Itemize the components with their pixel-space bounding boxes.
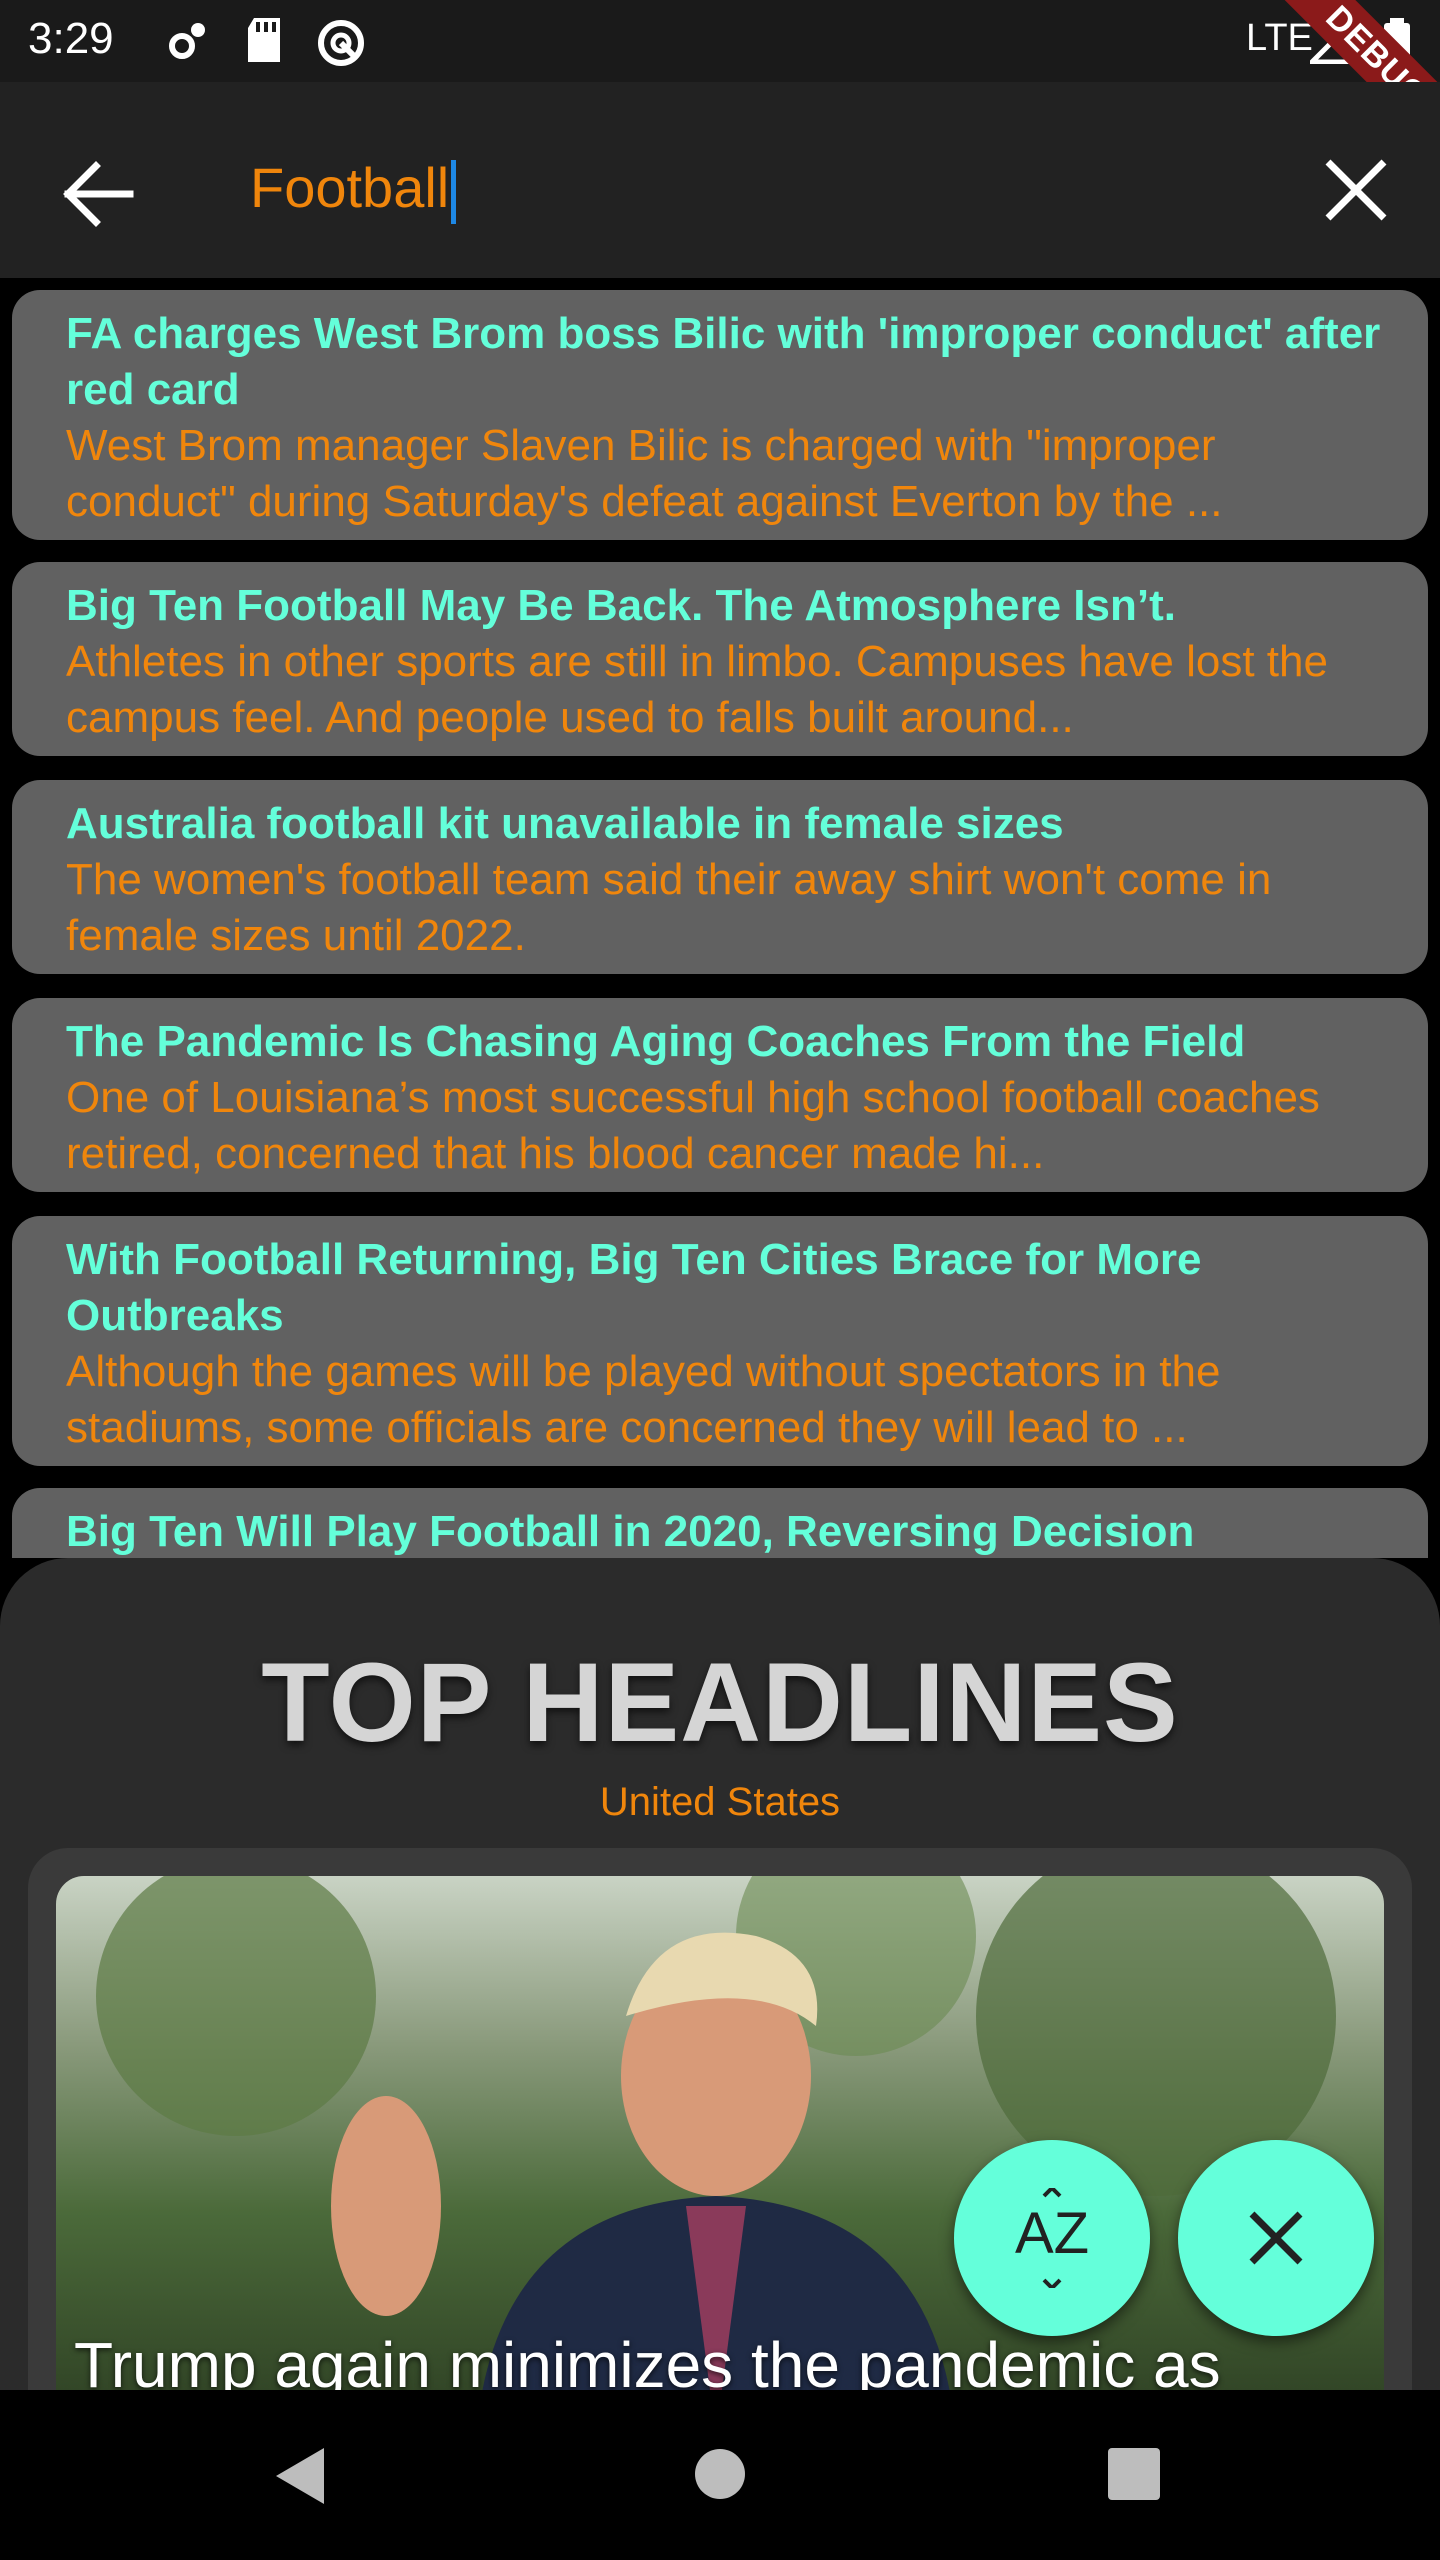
news-photo	[96, 1876, 1336, 2390]
nav-recents-icon[interactable]	[1108, 2448, 1160, 2500]
result-title: Australia football kit unavailable in fe…	[66, 799, 1064, 848]
search-results-list[interactable]: FA charges West Brom boss Bilic with 'im…	[0, 278, 1440, 1558]
result-title: Big Ten Will Play Football in 2020, Reve…	[66, 1507, 1195, 1556]
result-card[interactable]: Australia football kit unavailable in fe…	[12, 780, 1428, 974]
result-card[interactable]: Big Ten Will Play Football in 2020, Reve…	[12, 1488, 1428, 1558]
result-description: The women's football team said their awa…	[66, 855, 1272, 960]
result-title: FA charges West Brom boss Bilic with 'im…	[66, 309, 1381, 414]
result-title: Big Ten Football May Be Back. The Atmosp…	[66, 581, 1176, 630]
status-bar: 3:29 LTE DEBUG	[0, 0, 1440, 164]
close-fab-button[interactable]	[1178, 2140, 1374, 2336]
result-description: Athletes in other sports are still in li…	[66, 637, 1328, 742]
network-type: LTE	[1246, 17, 1313, 59]
search-query: Football	[250, 156, 450, 219]
result-title: With Football Returning, Big Ten Cities …	[66, 1235, 1202, 1340]
status-time: 3:29	[28, 14, 114, 63]
headline-card[interactable]	[28, 1848, 1412, 2390]
close-icon	[1249, 2211, 1303, 2265]
nav-home-icon[interactable]	[694, 2448, 746, 2500]
headline-image	[56, 1876, 1384, 2390]
top-headlines-title: TOP HEADLINES	[261, 1640, 1179, 1765]
result-description: Although the games will be played withou…	[66, 1347, 1221, 1452]
settings-sync-icon	[169, 23, 205, 59]
search-app-bar: Football	[0, 82, 1440, 278]
search-input[interactable]: Football	[250, 148, 457, 228]
data-saver-icon	[318, 20, 364, 66]
result-card[interactable]: Big Ten Football May Be Back. The Atmosp…	[12, 562, 1428, 756]
result-title: The Pandemic Is Chasing Aging Coaches Fr…	[66, 1017, 1246, 1066]
text-caret	[451, 160, 457, 225]
sort-arrows-icon	[1042, 2188, 1062, 2288]
nav-back-icon[interactable]	[272, 2446, 328, 2506]
clear-search-icon[interactable]	[1320, 154, 1392, 226]
back-arrow-icon[interactable]	[60, 154, 140, 234]
system-nav-bar	[0, 2390, 1440, 2560]
result-card[interactable]: With Football Returning, Big Ten Cities …	[12, 1216, 1428, 1466]
result-description: West Brom manager Slaven Bilic is charge…	[66, 421, 1223, 526]
sd-card-icon	[248, 18, 280, 62]
result-description: One of Louisiana’s most successful high …	[66, 1073, 1320, 1178]
sort-az-button[interactable]: AZ	[954, 2140, 1150, 2336]
country-label: United States	[599, 1780, 841, 1824]
result-card[interactable]: FA charges West Brom boss Bilic with 'im…	[12, 290, 1428, 540]
result-card[interactable]: The Pandemic Is Chasing Aging Coaches Fr…	[12, 998, 1428, 1192]
